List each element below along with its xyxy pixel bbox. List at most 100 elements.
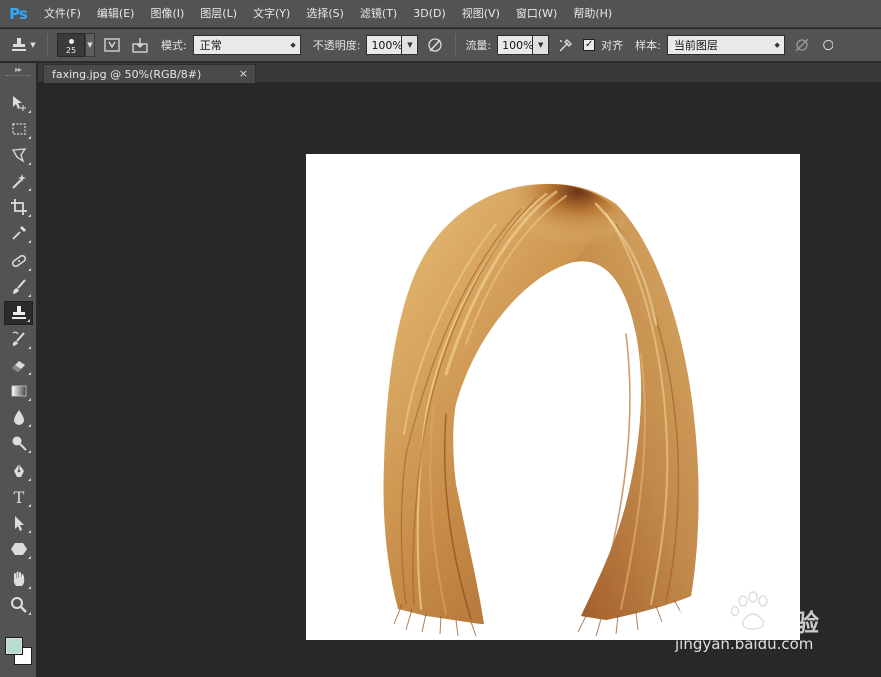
pressure-size-icon[interactable] (819, 34, 833, 56)
pen-tool-icon (13, 464, 24, 477)
mode-label: 模式: (161, 39, 187, 52)
zoom-tool-icon (10, 597, 27, 613)
sample-value: 当前图层 (673, 39, 718, 52)
photoshop-logo: Ps (9, 4, 28, 23)
document-tab-title: faxing.jpg @ 50%(RGB/8#) (52, 67, 202, 81)
flow-label: 流量: (465, 39, 492, 52)
opacity-label: 不透明度: (312, 39, 361, 52)
opacity-dropdown-arrow[interactable]: ▼ (402, 35, 419, 55)
menu-help[interactable]: 帮助(H) (565, 0, 620, 28)
history-brush-icon (12, 331, 25, 346)
history-brush-tool[interactable] (4, 327, 33, 351)
dodge-tool-icon (12, 436, 27, 451)
marquee-tool[interactable] (4, 117, 33, 141)
move-tool[interactable] (4, 91, 33, 115)
options-divider (455, 34, 457, 56)
tool-preset-picker[interactable]: ▼ (8, 34, 38, 56)
menu-bar: Ps 文件(F) 编辑(E) 图像(I) 图层(L) 文字(Y) 选择(S) 滤… (0, 0, 881, 28)
blur-tool-icon (13, 410, 24, 425)
document-canvas[interactable] (306, 154, 800, 640)
document-tab[interactable]: faxing.jpg @ 50%(RGB/8#) × (43, 64, 256, 83)
sample-label: 样本: (635, 39, 661, 52)
foreground-color-swatch[interactable] (5, 637, 23, 655)
magic-wand-tool[interactable] (4, 169, 33, 193)
close-icon[interactable]: × (239, 67, 248, 80)
brush-picker[interactable]: 25 ▼ (57, 33, 95, 57)
select-arrows-icon: ◆ (774, 41, 780, 49)
hand-tool-icon (13, 571, 24, 586)
gradient-tool-icon (11, 385, 26, 397)
options-divider (47, 34, 48, 56)
baidu-jingyan-watermark: Bai 经验 jingyan.baidu.com (673, 585, 843, 655)
brush-preview[interactable]: 25 (57, 33, 85, 57)
eyedropper-icon (11, 226, 26, 240)
menu-layer[interactable]: 图层(L) (192, 0, 245, 28)
clone-source-panel-icon[interactable] (129, 34, 151, 56)
pressure-opacity-icon[interactable] (424, 34, 446, 56)
clone-stamp-icon (12, 38, 27, 51)
blur-tool[interactable] (4, 405, 33, 429)
shape-tool[interactable] (4, 537, 33, 561)
flow-field[interactable]: 100% ▼ (497, 35, 550, 55)
menu-image[interactable]: 图像(I) (142, 0, 192, 28)
mode-value: 正常 (199, 39, 222, 52)
opacity-value[interactable]: 100% (366, 35, 403, 55)
type-tool[interactable]: T (4, 485, 33, 509)
options-bar: ▼ 25 ▼ 模式: 正常 ◆ 不透明度: 100% ▼ 流量: 100% ▼ … (0, 29, 881, 62)
type-tool-glyph: T (13, 488, 24, 506)
document-tab-bar: faxing.jpg @ 50%(RGB/8#) × (38, 63, 881, 83)
magic-wand-icon (11, 174, 26, 189)
gradient-tool[interactable] (4, 379, 33, 403)
watermark-brand-tail: 经验 (771, 609, 819, 637)
panel-grip-line (6, 75, 30, 76)
clone-stamp-icon (11, 306, 26, 319)
align-checkbox[interactable]: ✓ (583, 39, 596, 51)
move-tool-icon (12, 96, 26, 111)
healing-brush-icon (11, 254, 26, 268)
menu-select[interactable]: 选择(S) (298, 0, 352, 28)
menu-file[interactable]: 文件(F) (36, 0, 89, 28)
flow-dropdown-arrow[interactable]: ▼ (533, 35, 550, 55)
eraser-tool[interactable] (4, 353, 33, 377)
hair-image (383, 183, 699, 637)
zoom-tool[interactable] (4, 593, 33, 617)
brush-size-label: 25 (65, 46, 77, 55)
sample-select[interactable]: 当前图层 ◆ (666, 35, 785, 55)
panel-collapse-grip[interactable]: ▸▸ (0, 63, 36, 75)
eraser-icon (11, 361, 25, 372)
marquee-tool-icon (11, 123, 26, 135)
ignore-adjustment-layers-icon[interactable] (791, 34, 813, 56)
select-arrows-icon: ◆ (290, 41, 296, 49)
flow-value[interactable]: 100% (497, 35, 534, 55)
brush-dropdown-arrow[interactable]: ▼ (85, 33, 95, 57)
mode-select[interactable]: 正常 ◆ (192, 35, 301, 55)
airbrush-icon[interactable] (555, 34, 577, 56)
menu-view[interactable]: 视图(V) (454, 0, 508, 28)
clone-stamp-tool[interactable] (4, 301, 33, 325)
menu-window[interactable]: 窗口(W) (508, 0, 565, 28)
tools-panel: ▸▸ T (0, 63, 37, 677)
crop-tool[interactable] (4, 195, 33, 219)
menu-type[interactable]: 文字(Y) (245, 0, 298, 28)
healing-brush-tool[interactable] (4, 249, 33, 273)
menu-edit[interactable]: 编辑(E) (89, 0, 143, 28)
menu-3d[interactable]: 3D(D) (405, 0, 454, 28)
type-tool-icon: T (13, 488, 24, 506)
lasso-tool[interactable] (4, 143, 33, 167)
dodge-tool[interactable] (4, 431, 33, 455)
brush-tool-icon (12, 279, 26, 294)
path-selection-icon (14, 516, 24, 531)
lasso-tool-icon (11, 148, 26, 163)
opacity-field[interactable]: 100% ▼ (366, 35, 419, 55)
align-label: 对齐 (601, 39, 624, 52)
menu-filter[interactable]: 滤镜(T) (352, 0, 405, 28)
brush-tool[interactable] (4, 275, 33, 299)
hand-tool[interactable] (4, 567, 33, 591)
eyedropper-tool[interactable] (4, 221, 33, 245)
shape-tool-icon (10, 543, 27, 555)
watermark-brand: Bai (678, 599, 722, 630)
pen-tool[interactable] (4, 459, 33, 483)
brush-panel-toggle-icon[interactable] (101, 34, 123, 56)
crop-tool-icon (10, 199, 27, 215)
path-selection-tool[interactable] (4, 511, 33, 535)
